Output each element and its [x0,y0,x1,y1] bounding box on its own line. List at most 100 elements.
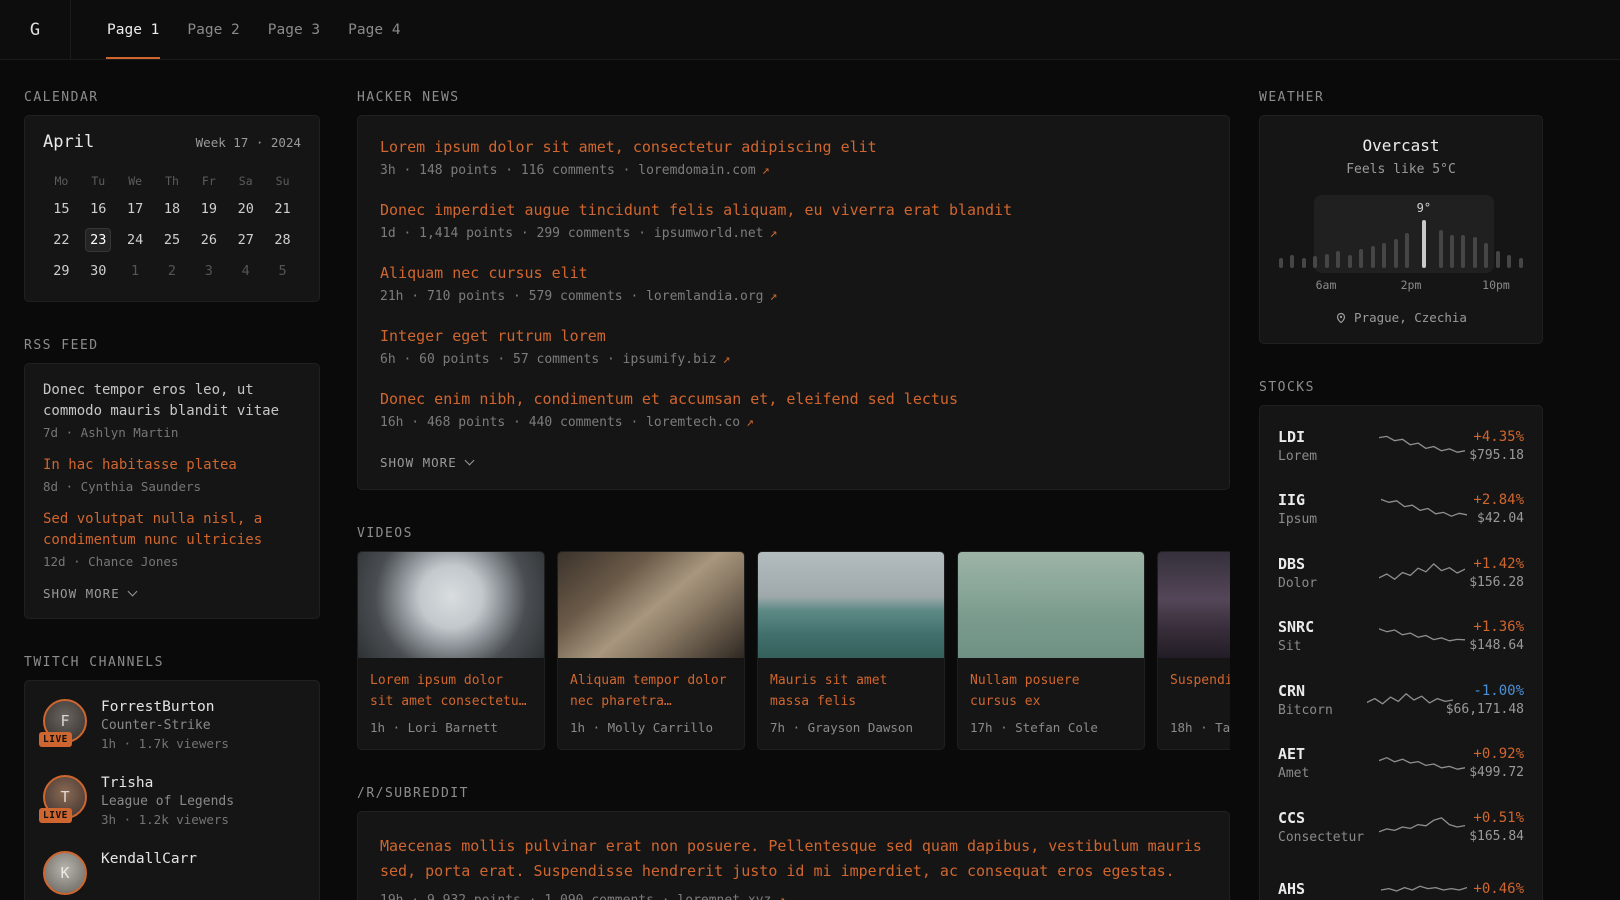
calendar-day-number: 20 [233,197,259,221]
external-link-icon[interactable]: ↗ [770,226,778,241]
calendar-day: 25 [154,228,191,252]
hackernews-item-meta-text: 16h · 468 points · 440 comments · loremt… [380,415,740,430]
show-more-label: SHOW MORE [380,455,457,470]
weather-bar [1484,243,1488,268]
video-meta: 18h · Tara [1170,720,1230,735]
calendar-day: 22 [43,228,80,252]
subreddit-card: Maecenas mollis pulvinar erat non posuer… [357,811,1230,900]
stock-sparkline-wrap [1374,495,1473,523]
location-pin-icon [1335,312,1347,324]
external-link-icon[interactable]: ↗ [746,415,754,430]
videos-row: Lorem ipsum dolor sit amet consectetu… 1… [357,551,1230,750]
video-meta: 7h · Grayson Dawson [770,720,932,735]
rss-show-more-button[interactable]: SHOW MORE [43,586,136,601]
twitch-channel-meta: 3h · 1.2k viewers [101,812,234,827]
video-thumbnail[interactable] [1158,552,1230,658]
weather-bar-wrap [1484,243,1488,268]
video-card[interactable]: Lorem ipsum dolor sit amet consectetu… 1… [357,551,545,750]
video-thumbnail[interactable] [358,552,544,658]
calendar-card: April Week 17 · 2024 MoTuWeThFrSaSu 15 1… [24,115,320,302]
twitch-channel-name[interactable]: ForrestBurton [101,699,229,715]
hackernews-item-title[interactable]: Donec imperdiet augue tincidunt felis al… [380,201,1207,219]
hackernews-item-title[interactable]: Integer eget rutrum lorem [380,327,1207,345]
stock-sparkline-wrap [1374,622,1469,650]
external-link-icon[interactable]: ↗ [762,163,770,178]
calendar-dow-label: Sa [227,174,264,188]
external-link-icon[interactable]: ↗ [770,289,778,304]
hackernews-item-title[interactable]: Lorem ipsum dolor sit amet, consectetur … [380,138,1207,156]
video-thumbnail[interactable] [558,552,744,658]
hackernews-item-meta-text: 3h · 148 points · 116 comments · loremdo… [380,163,756,178]
video-card[interactable]: Mauris sit amet massa felis 7h · Grayson… [757,551,945,750]
rss-item: Donec tempor eros leo, ut commodo mauris… [43,380,301,440]
subreddit-post-title[interactable]: Maecenas mollis pulvinar erat non posuer… [380,834,1207,884]
video-card[interactable]: Suspendisse diam 18h · Tara [1157,551,1230,750]
page-tab[interactable]: Page 1 [93,0,173,59]
calendar-day: 18 [154,197,191,221]
calendar-day: 21 [264,197,301,221]
chevron-down-icon [464,456,474,466]
weather-bar-wrap [1302,258,1306,268]
hackernews-item-meta: 21h · 710 points · 579 comments · loreml… [380,289,1207,304]
video-card[interactable]: Aliquam tempor dolor nec pharetra… 1h · … [557,551,745,750]
page-tab[interactable]: Page 2 [173,0,253,59]
page-tab-label: Page 3 [268,22,320,38]
video-card-body: Nullam posuere cursus ex 17h · Stefan Co… [958,658,1144,749]
twitch-channel-name[interactable]: Trisha [101,775,234,791]
rss-card: Donec tempor eros leo, ut commodo mauris… [24,363,320,619]
stock-values: +4.35% $795.18 [1469,429,1524,463]
left-column: CALENDAR April Week 17 · 2024 MoTuWeThFr… [24,90,320,900]
page-tab[interactable]: Page 3 [254,0,334,59]
calendar-header-row: April Week 17 · 2024 [43,132,301,152]
video-title[interactable]: Mauris sit amet massa felis [770,671,932,712]
hackernews-item-title[interactable]: Aliquam nec cursus elit [380,264,1207,282]
calendar-day-number: 29 [48,259,74,283]
hackernews-item-meta: 1d · 1,414 points · 299 comments · ipsum… [380,226,1207,241]
rss-item-title[interactable]: Sed volutpat nulla nisl, a condimentum n… [43,509,301,551]
hackernews-show-more-button[interactable]: SHOW MORE [380,455,473,470]
stock-name: Ipsum [1278,512,1374,527]
video-title[interactable]: Aliquam tempor dolor nec pharetra… [570,671,732,712]
twitch-avatar-wrap: K [43,851,87,895]
stock-sparkline-wrap [1374,559,1469,587]
weather-location-row: Prague, Czechia [1276,310,1526,325]
twitch-channel-row[interactable]: F LIVE ForrestBurton Counter-Strike 1h ·… [43,699,301,751]
video-thumbnail[interactable] [758,552,944,658]
weather-bar [1405,233,1409,268]
weather-bar [1313,256,1317,268]
calendar-day-number: 4 [233,259,259,283]
external-link-icon[interactable]: ↗ [723,352,731,367]
weather-widget: WEATHER Overcast Feels like 5°C [1259,90,1543,344]
external-link-icon[interactable]: ↗ [777,893,785,900]
rss-item-title[interactable]: Donec tempor eros leo, ut commodo mauris… [43,380,301,422]
stock-change: +0.46% [1473,881,1524,897]
weather-hourly-chart: 9° [1276,195,1526,273]
video-card[interactable]: Nullam posuere cursus ex 17h · Stefan Co… [957,551,1145,750]
stock-symbol: AET [1278,745,1374,763]
page-tabs: Page 1 Page 2 Page 3 Page 4 [71,0,415,59]
calendar-week-year: Week 17 · 2024 [196,135,301,150]
weather-bar-wrap [1359,249,1363,268]
weather-bar [1473,237,1477,268]
stock-info: DBS Dolor [1278,555,1374,591]
video-title[interactable]: Suspendisse diam [1170,671,1230,712]
chevron-down-icon [127,587,137,597]
stock-price: $42.04 [1473,511,1524,526]
stock-sparkline-chart [1379,432,1465,460]
video-title[interactable]: Lorem ipsum dolor sit amet consectetu… [370,671,532,712]
stock-symbol: SNRC [1278,618,1374,636]
hackernews-item-title[interactable]: Donec enim nibh, condimentum et accumsan… [380,390,1207,408]
twitch-channel-row[interactable]: T LIVE Trisha League of Legends 3h · 1.2… [43,775,301,827]
app-logo[interactable]: G [0,0,71,59]
rss-item-title[interactable]: In hac habitasse platea [43,455,301,476]
stocks-widget: STOCKS LDI Lorem +4.35% $795.18 [1259,380,1543,900]
weather-bar-wrap [1450,235,1454,268]
twitch-channel-row[interactable]: K KendallCarr [43,851,301,895]
video-meta: 1h · Molly Carrillo [570,720,732,735]
video-title[interactable]: Nullam posuere cursus ex [970,671,1132,712]
twitch-avatar-wrap: F LIVE [43,699,87,743]
page-tab-label: Page 2 [187,22,239,38]
twitch-channel-name[interactable]: KendallCarr [101,851,197,867]
page-tab[interactable]: Page 4 [334,0,414,59]
video-thumbnail[interactable] [958,552,1144,658]
